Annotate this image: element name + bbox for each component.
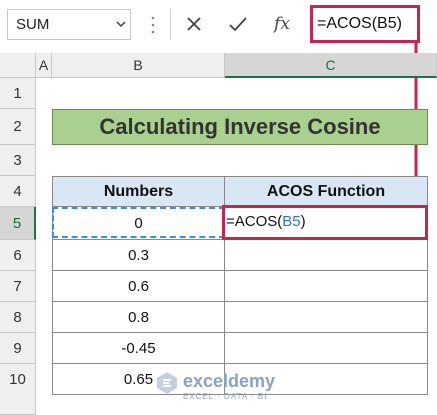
- watermark-name: exceldemy: [183, 371, 276, 391]
- watermark-tagline: EXCEL · DATA · BI: [183, 392, 268, 401]
- select-all-corner[interactable]: [0, 53, 36, 78]
- cell-b9[interactable]: -0.45: [52, 333, 225, 364]
- cell-b6[interactable]: 0.3: [52, 240, 225, 271]
- row-header-6[interactable]: 6: [0, 240, 36, 271]
- divider: [170, 9, 171, 40]
- sheet-title[interactable]: Calculating Inverse Cosine: [52, 109, 428, 145]
- row-header-5[interactable]: 5: [0, 207, 36, 240]
- row-header-1[interactable]: 1: [0, 78, 36, 109]
- row-header-2[interactable]: 2: [0, 109, 36, 145]
- function-icon[interactable]: fx: [268, 9, 296, 40]
- cancel-icon[interactable]: [180, 9, 208, 40]
- cell-b7[interactable]: 0.6: [52, 271, 225, 302]
- header-numbers[interactable]: Numbers: [52, 176, 225, 207]
- row-header-10[interactable]: 10: [0, 364, 36, 415]
- referenced-cell-highlight: [52, 207, 225, 238]
- enter-icon[interactable]: [224, 9, 252, 40]
- formula-input[interactable]: =ACOS(B5): [310, 5, 420, 43]
- cell-c7[interactable]: [224, 271, 428, 302]
- cell-c8[interactable]: [224, 302, 428, 333]
- row-header-7[interactable]: 7: [0, 271, 36, 302]
- row-header-4[interactable]: 4: [0, 176, 36, 207]
- chevron-down-icon[interactable]: [112, 9, 130, 40]
- cell-c6[interactable]: [224, 240, 428, 271]
- exceldemy-logo-icon: [157, 372, 177, 394]
- header-acos-function[interactable]: ACOS Function: [224, 176, 428, 207]
- cell-c9[interactable]: [224, 333, 428, 364]
- row-header-9[interactable]: 9: [0, 333, 36, 364]
- cell-c5-formula[interactable]: =ACOS(B5): [226, 209, 306, 235]
- column-header-b[interactable]: B: [52, 53, 225, 78]
- drag-handle-icon[interactable]: [150, 14, 156, 36]
- row-header-8[interactable]: 8: [0, 302, 36, 333]
- cell-b8[interactable]: 0.8: [52, 302, 225, 333]
- row-header-3[interactable]: 3: [0, 145, 36, 176]
- column-header-a[interactable]: A: [36, 53, 52, 78]
- column-header-c[interactable]: C: [225, 53, 437, 78]
